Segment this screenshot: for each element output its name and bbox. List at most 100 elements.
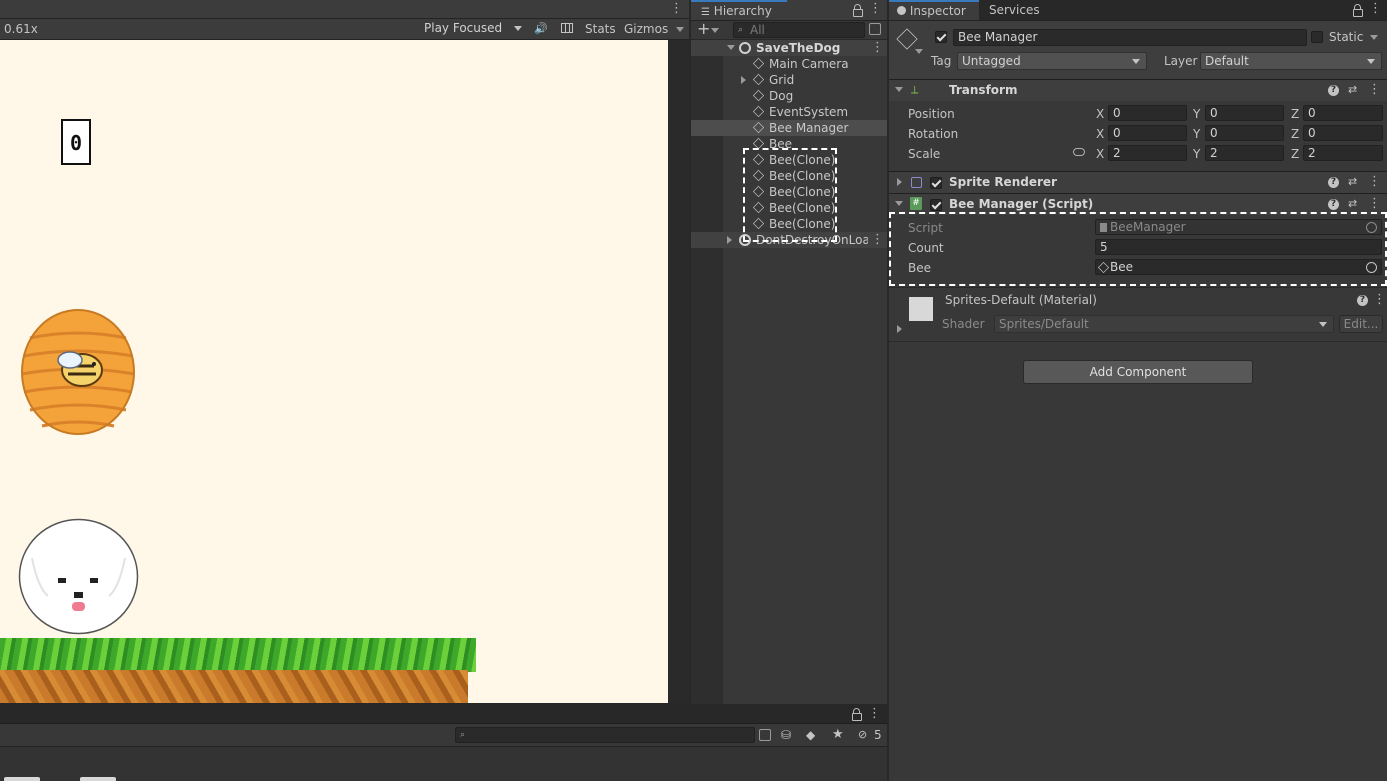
- constrain-proportions-icon[interactable]: [1073, 148, 1085, 156]
- scene-expand-icon[interactable]: [727, 45, 735, 50]
- gizmos-dropdown-icon[interactable]: [676, 27, 684, 32]
- sprite-renderer-header[interactable]: Sprite Renderer ? ⇄ ⋮: [889, 171, 1387, 193]
- shader-value: Sprites/Default: [999, 317, 1089, 331]
- preset-sliders-icon[interactable]: ⇄: [1348, 198, 1358, 209]
- search-filter-icon[interactable]: [869, 23, 881, 35]
- sprite-renderer-enabled-checkbox[interactable]: [930, 177, 942, 189]
- project-lock-icon[interactable]: [852, 708, 862, 721]
- help-icon[interactable]: ?: [1328, 199, 1339, 210]
- tab-hierarchy[interactable]: ☰ Hierarchy: [691, 0, 787, 20]
- material-expand-icon[interactable]: [897, 325, 902, 333]
- position-x-input[interactable]: 0: [1108, 105, 1187, 121]
- help-icon[interactable]: ?: [1328, 177, 1339, 188]
- grid-expand-icon[interactable]: [741, 76, 746, 84]
- axis-z-label: Z: [1291, 147, 1300, 161]
- dont-destroy-menu-icon[interactable]: ⋮: [871, 232, 884, 248]
- scale-z-input[interactable]: 2: [1303, 145, 1383, 161]
- rotation-z-input[interactable]: 0: [1303, 125, 1383, 141]
- static-dropdown-icon[interactable]: [1370, 35, 1378, 40]
- inspector-menu-icon[interactable]: ⋮: [1369, 0, 1382, 18]
- grid-icon[interactable]: [561, 23, 573, 33]
- hierarchy-item-bee-manager[interactable]: Bee Manager: [691, 120, 887, 136]
- create-plus-icon[interactable]: +: [697, 19, 710, 38]
- project-menu-icon[interactable]: ⋮: [868, 705, 881, 723]
- axis-z-label: Z: [1291, 127, 1300, 141]
- help-icon[interactable]: ?: [1357, 295, 1368, 306]
- play-mode-dropdown[interactable]: Play Focused: [420, 20, 528, 38]
- game-canvas[interactable]: 0: [0, 40, 668, 703]
- hierarchy-item-label: Grid: [769, 73, 795, 87]
- layer-value: Default: [1205, 54, 1249, 68]
- score-display: 0: [61, 119, 91, 165]
- script-enabled-checkbox[interactable]: [930, 199, 942, 211]
- component-menu-icon[interactable]: ⋮: [1368, 173, 1381, 191]
- stats-button[interactable]: Stats: [585, 21, 616, 37]
- filter-by-type-icon[interactable]: ⛁: [781, 728, 791, 742]
- hierarchy-menu-icon[interactable]: ⋮: [869, 0, 882, 18]
- hierarchy-item-dog[interactable]: Dog: [691, 88, 887, 104]
- script-hash-icon: #: [910, 197, 922, 210]
- icon-picker-dropdown-icon[interactable]: [915, 49, 923, 54]
- position-z-input[interactable]: 0: [1303, 105, 1383, 121]
- favorites-star-icon[interactable]: ★: [832, 727, 844, 742]
- position-y-input[interactable]: 0: [1205, 105, 1284, 121]
- layer-dropdown[interactable]: Default: [1200, 52, 1382, 70]
- create-dropdown-icon[interactable]: [711, 28, 719, 33]
- gizmos-button[interactable]: Gizmos: [624, 21, 668, 37]
- info-icon: [897, 6, 906, 15]
- inspector-lock-icon[interactable]: [1353, 4, 1363, 17]
- help-icon[interactable]: ?: [1328, 85, 1339, 96]
- hierarchy-item-label: Main Camera: [769, 57, 849, 71]
- active-checkbox[interactable]: [935, 31, 947, 43]
- component-menu-icon[interactable]: ⋮: [1368, 81, 1381, 99]
- scale-y-input[interactable]: 2: [1205, 145, 1284, 161]
- hierarchy-item-grid[interactable]: Grid: [691, 72, 887, 88]
- preset-sliders-icon[interactable]: ⇄: [1348, 176, 1358, 187]
- component-menu-icon[interactable]: ⋮: [1368, 195, 1381, 213]
- scene-row[interactable]: SaveTheDog ⋮: [691, 40, 887, 56]
- script-collapse-icon[interactable]: [895, 201, 903, 206]
- audio-mute-icon[interactable]: 🔊: [534, 22, 548, 35]
- sprite-renderer-expand-icon[interactable]: [897, 178, 902, 186]
- tab-services[interactable]: Services: [981, 0, 1048, 20]
- tab-inspector[interactable]: Inspector: [889, 0, 979, 20]
- hidden-packages-icon[interactable]: ⊘: [858, 728, 867, 741]
- rotation-x-input[interactable]: 0: [1108, 125, 1187, 141]
- position-x-value: 0: [1113, 106, 1121, 120]
- sprite-renderer-title: Sprite Renderer: [949, 175, 1057, 189]
- rotation-y-input[interactable]: 0: [1205, 125, 1284, 141]
- transform-body: Position X 0 Y 0 Z 0 Rotation X 0 Y 0 Z …: [889, 101, 1387, 167]
- scale-label: Scale: [908, 147, 941, 161]
- game-tab-menu-icon[interactable]: ⋮: [670, 0, 683, 18]
- static-checkbox[interactable]: [1311, 31, 1323, 43]
- hierarchy-search-input[interactable]: ⌕ All: [733, 22, 865, 38]
- shader-edit-button[interactable]: Edit...: [1339, 315, 1383, 333]
- hierarchy-item-eventsystem[interactable]: EventSystem: [691, 104, 887, 120]
- project-search-input[interactable]: ⌕: [455, 727, 755, 743]
- preset-sliders-icon[interactable]: ⇄: [1348, 84, 1358, 95]
- shader-dropdown[interactable]: Sprites/Default: [994, 315, 1334, 333]
- hierarchy-toolbar: + ⌕ All: [691, 19, 887, 39]
- search-by-type-icon[interactable]: [759, 729, 771, 741]
- transform-axes-icon: ⟂: [911, 83, 919, 96]
- transform-collapse-icon[interactable]: [895, 87, 903, 92]
- hierarchy-lock-icon[interactable]: [853, 4, 863, 17]
- scale-x-input[interactable]: 2: [1108, 145, 1187, 161]
- tab-hierarchy-label: Hierarchy: [713, 4, 772, 18]
- game-view-panel: ⋮ 0.61x Play Focused 🔊 Stats Gizmos 0: [0, 0, 689, 704]
- scene-menu-icon[interactable]: ⋮: [871, 39, 884, 57]
- project-asset-thumb[interactable]: [80, 777, 116, 781]
- add-component-button[interactable]: Add Component: [1023, 360, 1253, 384]
- object-name-input[interactable]: Bee Manager: [953, 29, 1307, 46]
- inspector-header: Bee Manager Static Tag Untagged Layer De…: [889, 21, 1387, 84]
- tag-dropdown[interactable]: Untagged: [957, 52, 1147, 70]
- shader-label: Shader: [942, 317, 985, 331]
- dont-destroy-expand-icon[interactable]: [727, 236, 732, 244]
- project-content: [0, 747, 887, 781]
- hierarchy-item-main-camera[interactable]: Main Camera: [691, 56, 887, 72]
- material-menu-icon[interactable]: ⋮: [1373, 291, 1386, 309]
- search-icon: ⌕: [738, 25, 744, 35]
- project-asset-thumb[interactable]: [4, 777, 40, 781]
- filter-by-label-icon[interactable]: ◆: [806, 728, 815, 742]
- transform-header[interactable]: ⟂ Transform ? ⇄ ⋮: [889, 79, 1387, 101]
